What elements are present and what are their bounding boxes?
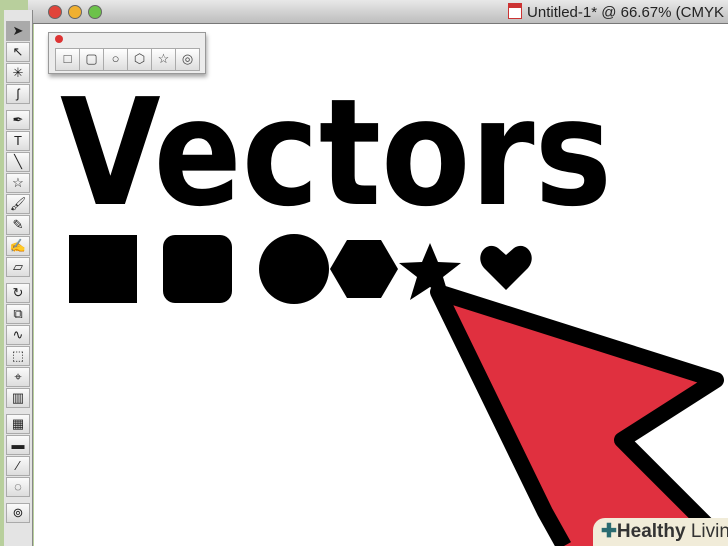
type-icon: T [14,133,22,148]
star-icon: ☆ [157,51,170,66]
headline-text: Vectors [60,67,612,239]
rounded-square-shape[interactable] [163,235,232,303]
scale-icon: ⧉ [13,306,23,321]
tool-lasso[interactable]: ʃ [6,84,30,104]
title-text: Untitled-1* @ 66.67% (CMYK [527,4,724,21]
star-icon: ☆ [12,175,24,190]
tool-blob-brush[interactable]: ✍ [6,236,30,256]
close-button[interactable] [48,5,62,19]
tool-line[interactable]: ╲ [6,152,30,172]
shape-tools-palette: □ ▢ ○ ⬡ ☆ ◎ [48,32,206,74]
tool-symbol-sprayer[interactable]: ⊚ [6,503,30,523]
pencil-icon: ✎ [12,217,24,232]
tool-paintbrush[interactable]: 🖌 [6,194,30,214]
heart-shape[interactable] [480,245,532,290]
rounded-rectangle-icon: ▢ [85,51,98,66]
tools-panel: ➤ ↖ ✳ ʃ ✒ T ╲ ☆ 🖌 ✎ ✍ ▱ ↻ ⧉ ∿ ⬚ ⌖ ▥ ▦ ▬ ⁄ ◌ ⊚ [4,10,33,546]
tool-type[interactable]: T [6,131,30,151]
tool-rotate[interactable]: ↻ [6,283,30,303]
tool-warp[interactable]: ∿ [6,325,30,345]
zoom-button[interactable] [88,5,102,19]
tool-graph[interactable]: ▥ [6,388,30,408]
tool-free-transform[interactable]: ⬚ [6,346,30,366]
tool-group-divider [4,498,32,502]
lasso-icon: ʃ [16,86,20,101]
plus-leaf-icon: ✚ [601,521,617,542]
mesh-icon: ▦ [11,416,25,431]
magic-wand-icon: ✳ [12,65,24,80]
eyedropper-icon: ⁄ [16,458,20,473]
rectangle-icon: □ [63,51,72,66]
symbol-sprayer-icon: ⊚ [12,505,24,520]
tool-group-divider [4,278,32,282]
shape-builder-icon: ⌖ [14,369,22,384]
warp-icon: ∿ [12,327,24,342]
window-titlebar: Untitled-1* @ 66.67% (CMYK [28,0,728,24]
tool-star[interactable]: ☆ [6,173,30,193]
square-shape[interactable] [69,235,137,303]
palette-rounded-rectangle-button[interactable]: ▢ [79,48,104,71]
tool-eyedropper[interactable]: ⁄ [6,456,30,476]
tool-direct-selection[interactable]: ↖ [6,42,30,62]
ellipse-icon: ○ [111,51,120,66]
polygon-icon: ⬡ [133,51,146,66]
palette-flare-button[interactable]: ◎ [175,48,200,71]
paintbrush-icon: 🖌 [9,196,27,211]
watermark-suffix: Living [690,521,728,542]
tool-group-divider [4,105,32,109]
tool-selection[interactable]: ➤ [6,21,30,41]
tool-gradient[interactable]: ▬ [6,435,30,455]
selection-icon: ➤ [12,23,24,38]
pdf-icon [508,3,523,19]
tool-pen[interactable]: ✒ [6,110,30,130]
artwork: Vectors [60,67,728,546]
tool-shape-builder[interactable]: ⌖ [6,367,30,387]
tool-group-divider [4,409,32,413]
pen-icon: ✒ [12,112,24,127]
hexagon-shape[interactable] [330,240,398,298]
tool-blend[interactable]: ◌ [6,477,30,497]
direct-selection-icon: ↖ [12,44,24,59]
palette-close-icon[interactable] [55,35,63,43]
palette-polygon-button[interactable]: ⬡ [127,48,152,71]
free-transform-icon: ⬚ [11,348,25,363]
rotate-icon: ↻ [12,285,24,300]
graph-icon: ▥ [11,390,25,405]
tool-scale[interactable]: ⧉ [6,304,30,324]
window-title: Untitled-1* @ 66.67% (CMYK [508,3,724,21]
tool-pencil[interactable]: ✎ [6,215,30,235]
flare-icon: ◎ [181,51,194,66]
watermark-brand: Healthy [616,521,686,542]
minimize-button[interactable] [68,5,82,19]
circle-shape[interactable] [259,234,329,304]
artboard[interactable]: Vectors [34,24,728,546]
palette-ellipse-button[interactable]: ○ [103,48,128,71]
palette-star-button[interactable]: ☆ [151,48,176,71]
blob-brush-icon: ✍ [9,238,27,253]
gradient-icon: ▬ [11,437,25,452]
blend-icon: ◌ [14,479,22,494]
line-icon: ╲ [14,154,22,169]
eraser-icon: ▱ [13,259,23,274]
watermark: ✚Healthy Living [593,518,728,546]
tool-mesh[interactable]: ▦ [6,414,30,434]
palette-rectangle-button[interactable]: □ [55,48,80,71]
tool-eraser[interactable]: ▱ [6,257,30,277]
tool-magic-wand[interactable]: ✳ [6,63,30,83]
